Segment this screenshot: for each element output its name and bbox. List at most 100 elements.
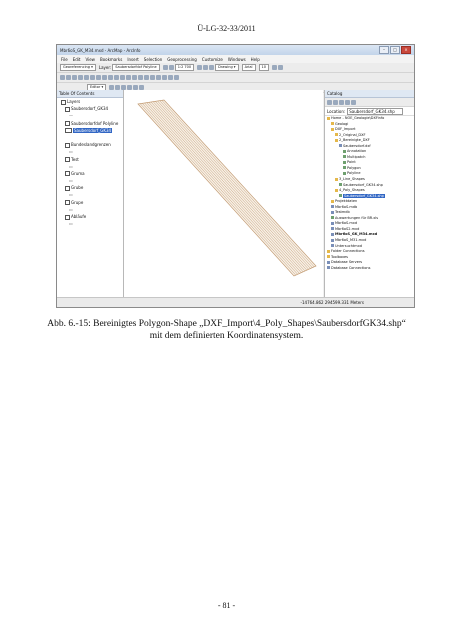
page-number: - 81 - [217,601,236,610]
status-bar: -14764.862 294599.331 Meters [57,297,414,307]
catalog-toolbar [325,98,414,107]
menu-file[interactable]: File [61,57,68,62]
window-titlebar: Mbr6oS_GK_M34.mxd - ArcMap - ArcInfo – □… [57,45,414,55]
menu-edit[interactable]: Edit [73,57,81,62]
toc-layer[interactable]: Grube [57,184,123,191]
catalog-icon[interactable] [168,75,173,80]
zoom-in-icon[interactable] [126,75,131,80]
toc-symbol: ▭ [69,149,73,155]
location-input[interactable]: Saubersdorf_GK34.shp [347,107,404,115]
toc-layer-group[interactable]: Layers [57,98,123,105]
new-map-icon[interactable] [60,75,65,80]
parcel-line [155,101,309,270]
figure-caption: Abb. 6.-15: Bereinigtes Polygon-Shape „D… [0,318,453,342]
layer-select[interactable]: Saubersdorfdxf Polyline [112,64,160,71]
undo-icon[interactable] [108,75,113,80]
font-select[interactable]: Arial [241,64,256,71]
caption-line-2: mit dem definierten Koordinatensystem. [149,331,304,341]
tool-icon[interactable] [168,65,174,70]
map-canvas[interactable] [124,90,323,290]
toc-layer[interactable]: Gruma [57,170,123,177]
table-of-contents: Table Of Contents Layers Saubersdorf_GK3… [57,90,124,298]
main-area: Table Of Contents Layers Saubersdorf_GK3… [57,90,414,298]
toolbar-top: Georeferencing ▾ Layer: Saubersdorfdxf P… [57,63,414,73]
toc-layer[interactable]: Grupe [57,199,123,206]
location-label: Location: [327,108,346,114]
toc-layer[interactable]: Saubersdorf_GK34 [57,105,123,112]
tool-icon[interactable] [162,65,168,70]
catalog-title: Catalog [325,90,414,98]
select-icon[interactable] [150,75,155,80]
open-icon[interactable] [66,75,71,80]
page-header: Ü-LG-32-33/2011 [197,24,256,33]
toolbox-icon[interactable] [174,75,179,80]
toc-title: Table Of Contents [57,90,123,98]
toc-layer-selected[interactable]: Saubersdorf_GK34 [57,127,123,134]
toc-layer[interactable]: Abläufe [57,213,123,220]
window-title: Mbr6oS_GK_M34.mxd - ArcMap - ArcInfo [60,47,141,53]
cut-icon[interactable] [84,75,89,80]
connect-folder-icon[interactable] [345,99,350,105]
menu-bookmarks[interactable]: Bookmarks [100,57,122,62]
parcel-line [157,100,311,269]
arcmap-screenshot: Mbr6oS_GK_M34.mxd - ArcMap - ArcInfo – □… [56,44,415,308]
toc-symbol: ▭ [69,178,73,184]
toc-layer[interactable]: Saubersdorfdxf Polyline [57,120,123,127]
georeferencing-dropdown[interactable]: Georeferencing ▾ [60,64,96,71]
copy-icon[interactable] [90,75,95,80]
paste-icon[interactable] [96,75,101,80]
map-view[interactable] [124,90,323,298]
scale-select[interactable]: 1:2 700 [174,64,195,71]
forward-icon[interactable] [333,99,338,105]
add-data-icon[interactable] [120,75,125,80]
full-extent-icon[interactable] [144,75,149,80]
toc-layer[interactable]: Test [57,156,123,163]
coordinate-readout: -14764.862 294599.331 Meters [300,300,364,305]
tool-icon[interactable] [197,65,203,70]
home-icon[interactable] [339,99,344,105]
menu-geoprocessing[interactable]: Geoprocessing [167,57,197,62]
parcel-line [146,102,302,273]
maximize-button[interactable]: □ [390,46,400,54]
toc-symbol [57,134,123,141]
parcel-line [148,102,304,273]
caption-line-1: Abb. 6.-15: Bereinigtes Polygon-Shape „D… [47,319,406,329]
zoom-out-icon[interactable] [132,75,137,80]
layer-label: Layer: [98,65,112,70]
tool-icon[interactable] [203,65,209,70]
menu-customize[interactable]: Customize [202,57,223,62]
drawing-dropdown[interactable]: Drawing ▾ [215,64,239,71]
back-icon[interactable] [327,99,332,105]
menu-view[interactable]: View [85,57,95,62]
parcel-line [161,100,315,268]
toc-symbol: — [69,113,73,119]
parcel-line [152,101,308,271]
close-button[interactable]: × [401,46,411,54]
tool-icon[interactable] [209,65,215,70]
view-toggle-icon[interactable] [351,99,356,105]
font-size-select[interactable]: 10 [258,64,269,71]
delete-icon[interactable] [102,75,107,80]
toc-symbol: ▭ [69,221,73,227]
italic-icon[interactable] [277,65,283,70]
bold-icon[interactable] [271,65,277,70]
catalog-tree: Home - NOE_Geologie\DXFinfo Geologi DXF_… [325,116,414,271]
minimize-button[interactable]: – [379,46,389,54]
toc-layer[interactable]: Bundeslandgrenzen [57,141,123,148]
toolbar-tools [57,73,414,83]
identify-icon[interactable] [156,75,161,80]
redo-icon[interactable] [114,75,119,80]
pan-icon[interactable] [138,75,143,80]
save-icon[interactable] [72,75,77,80]
menu-help[interactable]: Help [251,57,260,62]
catalog-location: Location: Saubersdorf_GK34.shp [325,107,414,116]
parcel-line [150,101,306,272]
menu-windows[interactable]: Windows [228,57,246,62]
toc-symbol: ▭ [69,192,73,198]
measure-icon[interactable] [162,75,167,80]
parcel-line [144,102,300,274]
catalog-item[interactable]: Database Connections [325,266,414,272]
print-icon[interactable] [78,75,83,80]
menu-insert[interactable]: Insert [127,57,138,62]
menu-selection[interactable]: Selection [144,57,162,62]
